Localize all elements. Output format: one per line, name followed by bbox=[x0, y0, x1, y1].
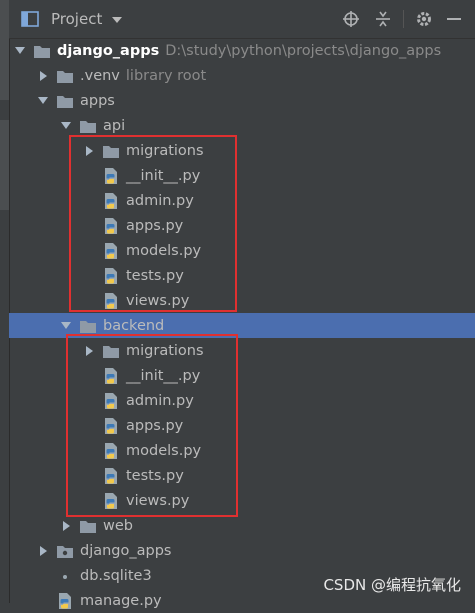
tree-row-models-py[interactable]: models.py bbox=[9, 238, 475, 263]
tree-item-label: api bbox=[103, 117, 126, 134]
hide-panel-icon[interactable] bbox=[444, 9, 464, 29]
tree-row-admin-py[interactable]: admin.py bbox=[9, 188, 475, 213]
tree-row-models-py[interactable]: models.py bbox=[9, 438, 475, 463]
python-file-icon bbox=[102, 367, 120, 385]
tree-row-migrations[interactable]: migrations bbox=[9, 338, 475, 363]
python-file-icon bbox=[102, 292, 120, 310]
python-file-icon bbox=[56, 592, 74, 610]
locate-file-icon[interactable] bbox=[341, 9, 361, 29]
chevron-right-icon[interactable] bbox=[38, 71, 48, 81]
tree-item-label: tests.py bbox=[126, 467, 184, 484]
tree-item-label: admin.py bbox=[126, 192, 194, 209]
chevron-right-icon[interactable] bbox=[61, 521, 71, 531]
tree-item-label: django_apps bbox=[57, 42, 160, 59]
chevron-right-icon[interactable] bbox=[84, 146, 94, 156]
python-file-icon bbox=[102, 492, 120, 510]
tree-row-init-py[interactable]: __init__.py bbox=[9, 363, 475, 388]
python-file-icon bbox=[102, 217, 120, 235]
tree-row-apps-py[interactable]: apps.py bbox=[9, 413, 475, 438]
tree-row-api[interactable]: api bbox=[9, 113, 475, 138]
tree-item-label: migrations bbox=[126, 142, 204, 159]
folder-icon bbox=[79, 117, 97, 135]
tree-item-label: db.sqlite3 bbox=[80, 567, 152, 584]
chevron-down-icon[interactable] bbox=[61, 321, 71, 331]
tree-item-label: views.py bbox=[126, 492, 190, 509]
chevron-down-icon bbox=[112, 17, 123, 23]
toolbar-divider bbox=[403, 10, 404, 28]
python-file-icon bbox=[102, 417, 120, 435]
tree-item-hint: library root bbox=[125, 67, 207, 84]
chevron-down-icon[interactable] bbox=[61, 121, 71, 131]
tree-row-backend[interactable]: backend bbox=[9, 313, 475, 338]
tree-item-label: apps.py bbox=[126, 417, 184, 434]
tree-row-apps[interactable]: apps bbox=[9, 88, 475, 113]
package-folder-icon bbox=[56, 542, 74, 560]
tree-row-web[interactable]: web bbox=[9, 513, 475, 538]
chevron-down-icon[interactable] bbox=[15, 46, 25, 56]
tree-row-views-py[interactable]: views.py bbox=[9, 488, 475, 513]
tree-item-label: apps bbox=[80, 92, 115, 109]
python-file-icon bbox=[102, 267, 120, 285]
tree-item-label: apps.py bbox=[126, 217, 184, 234]
tree-item-label: models.py bbox=[126, 442, 202, 459]
project-tool-tab[interactable] bbox=[0, 0, 9, 100]
folder-icon bbox=[79, 517, 97, 535]
tree-row-tests-py[interactable]: tests.py bbox=[9, 463, 475, 488]
folder-icon bbox=[79, 317, 97, 335]
chevron-right-icon[interactable] bbox=[84, 346, 94, 356]
chevron-right-icon[interactable] bbox=[38, 546, 48, 556]
python-file-icon bbox=[102, 392, 120, 410]
gear-icon[interactable] bbox=[414, 9, 434, 29]
folder-icon bbox=[102, 142, 120, 160]
folder-icon bbox=[56, 92, 74, 110]
tree-item-label: django_apps bbox=[80, 542, 172, 559]
chevron-down-icon[interactable] bbox=[38, 96, 48, 106]
tree-row-django-apps[interactable]: django_apps bbox=[9, 538, 475, 563]
tree-row-views-py[interactable]: views.py bbox=[9, 288, 475, 313]
tree-item-label: __init__.py bbox=[126, 167, 201, 184]
python-file-icon bbox=[102, 242, 120, 260]
tree-item-label: views.py bbox=[126, 292, 190, 309]
tree-row-django-apps[interactable]: django_apps D:\study\python\projects\djan… bbox=[9, 38, 475, 63]
tree-item-label: __init__.py bbox=[126, 367, 201, 384]
tree-item-label: tests.py bbox=[126, 267, 184, 284]
structure-tool-tab[interactable] bbox=[0, 120, 9, 210]
collapse-all-icon[interactable] bbox=[373, 9, 393, 29]
project-window-icon bbox=[21, 10, 39, 28]
tree-item-label: migrations bbox=[126, 342, 204, 359]
tree-row-tests-py[interactable]: tests.py bbox=[9, 263, 475, 288]
tree-row-admin-py[interactable]: admin.py bbox=[9, 388, 475, 413]
tree-item-label: manage.py bbox=[80, 592, 162, 609]
tree-row-venv[interactable]: .venv library root bbox=[9, 63, 475, 88]
python-file-icon bbox=[102, 192, 120, 210]
python-file-icon bbox=[102, 442, 120, 460]
tree-item-label: web bbox=[103, 517, 133, 534]
python-file-icon bbox=[102, 467, 120, 485]
tree-row-apps-py[interactable]: apps.py bbox=[9, 213, 475, 238]
folder-icon bbox=[33, 42, 51, 60]
project-view-title: Project bbox=[51, 10, 103, 28]
folder-icon bbox=[56, 67, 74, 85]
project-view-selector[interactable]: Project bbox=[21, 9, 123, 29]
folder-icon bbox=[102, 342, 120, 360]
project-toolbar: Project bbox=[9, 0, 475, 39]
tree-row-init-py[interactable]: __init__.py bbox=[9, 163, 475, 188]
tree-item-label: backend bbox=[103, 317, 165, 334]
tree-item-label: .venv bbox=[80, 67, 120, 84]
tree-item-label: admin.py bbox=[126, 392, 194, 409]
tree-item-hint: D:\study\python\projects\django_apps bbox=[165, 42, 442, 59]
tree-item-label: models.py bbox=[126, 242, 202, 259]
tree-row-migrations[interactable]: migrations bbox=[9, 138, 475, 163]
watermark: CSDN @编程抗氧化 bbox=[323, 576, 461, 594]
file-icon bbox=[56, 567, 74, 585]
python-file-icon bbox=[102, 167, 120, 185]
